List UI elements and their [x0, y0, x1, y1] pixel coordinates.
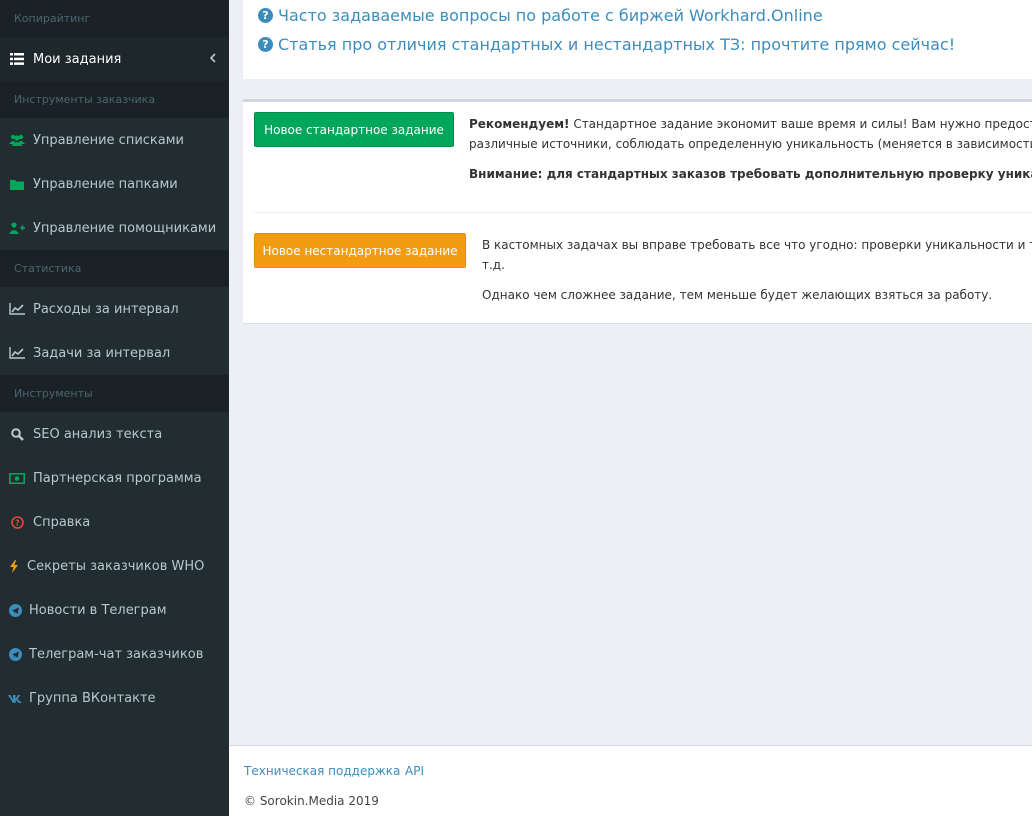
question-circle-icon: ?: [258, 8, 273, 23]
user-plus-icon: [8, 220, 26, 236]
sidebar-item-expenses[interactable]: Расходы за интервал: [0, 287, 229, 331]
sidebar-item-label: Группа ВКонтакте: [29, 690, 156, 706]
new-standard-task-button[interactable]: Новое стандартное задание: [254, 112, 454, 147]
sidebar-item-label: Расходы за интервал: [33, 301, 179, 317]
new-custom-task-button[interactable]: Новое нестандартное задание: [254, 233, 466, 268]
recommend-label: Рекомендуем!: [469, 117, 570, 131]
sidebar-item-label: Управление папками: [33, 176, 178, 192]
question-circle-icon: ?: [258, 37, 273, 52]
sidebar-item-secrets[interactable]: Секреты заказчиков WHO: [0, 544, 229, 588]
sidebar-item-lists[interactable]: Управление списками: [0, 118, 229, 162]
copyright: © Sorokin.Media 2019: [244, 794, 379, 808]
sidebar-item-folders[interactable]: Управление папками: [0, 162, 229, 206]
custom-description-line2: т.д.: [482, 258, 505, 272]
faq-link-text: Часто задаваемые вопросы по работе с бир…: [278, 6, 823, 25]
sidebar-item-vk[interactable]: Группа ВКонтакте: [0, 676, 229, 720]
telegram-icon: [8, 646, 22, 662]
users-icon: [8, 132, 26, 148]
list-icon: [8, 51, 26, 67]
vk-icon: [8, 690, 22, 706]
sidebar-item-helpers[interactable]: Управление помощниками: [0, 206, 229, 250]
standard-description-line1: Рекомендуем! Стандартное задание экономи…: [469, 117, 1032, 131]
sidebar-item-seo[interactable]: SEO анализ текста: [0, 412, 229, 456]
divider: [254, 212, 1032, 213]
chevron-left-icon: [207, 51, 219, 65]
article-link[interactable]: ? Статья про отличия стандартных и неста…: [258, 35, 955, 54]
sidebar-item-label: Справка: [33, 514, 91, 530]
sidebar-item-tg-chat[interactable]: Телеграм-чат заказчиков: [0, 632, 229, 676]
sidebar-header-copywriting: Копирайтинг: [0, 0, 229, 37]
sidebar-item-label: Управление списками: [33, 132, 185, 148]
sidebar-item-help[interactable]: ? Справка: [0, 500, 229, 544]
article-link-text: Статья про отличия стандартных и нестанд…: [278, 35, 956, 54]
sidebar-item-tg-news[interactable]: Новости в Телеграм: [0, 588, 229, 632]
line-chart-icon: [8, 345, 26, 361]
money-icon: [8, 470, 26, 486]
sidebar-item-partner[interactable]: Партнерская программа: [0, 456, 229, 500]
folder-icon: [8, 176, 26, 192]
sidebar-item-label: Партнерская программа: [33, 470, 202, 486]
bolt-icon: [8, 558, 20, 574]
sidebar-item-label: SEO анализ текста: [33, 426, 163, 442]
standard-description-line2: различные источники, соблюдать определен…: [469, 137, 1032, 151]
sidebar-item-label: Телеграм-чат заказчиков: [29, 646, 204, 662]
support-link[interactable]: Техническая поддержка: [244, 764, 400, 778]
help-links-box: ? Часто задаваемые вопросы по работе с б…: [243, 0, 1032, 79]
sidebar-header-statistics: Статистика: [0, 250, 229, 287]
sidebar-item-label: Новости в Телеграм: [29, 602, 167, 618]
life-ring-icon: ?: [8, 514, 26, 530]
svg-text:?: ?: [15, 518, 20, 527]
telegram-icon: [8, 602, 22, 618]
sidebar-item-tasks-interval[interactable]: Задачи за интервал: [0, 331, 229, 375]
sidebar-item-label: Задачи за интервал: [33, 345, 171, 361]
sidebar-header-customer-tools: Инструменты заказчика: [0, 81, 229, 118]
faq-link[interactable]: ? Часто задаваемые вопросы по работе с б…: [258, 6, 823, 25]
footer: Техническая поддержка API © Sorokin.Medi…: [229, 745, 1032, 816]
standard-warning: Внимание: для стандартных заказов требов…: [469, 167, 1032, 181]
sidebar-item-label: Управление помощниками: [33, 220, 217, 236]
line-chart-icon: [8, 301, 26, 317]
search-icon: [8, 426, 26, 442]
api-link[interactable]: API: [405, 764, 424, 778]
sidebar-item-label: Секреты заказчиков WHO: [27, 558, 205, 574]
sidebar-item-my-tasks[interactable]: Мои задания: [0, 37, 229, 81]
sidebar-item-label: Мои задания: [33, 51, 122, 67]
new-task-box: Новое стандартное задание Рекомендуем! С…: [243, 99, 1032, 324]
sidebar: Копирайтинг Мои задания Инструменты зака…: [0, 0, 229, 816]
custom-description-line3: Однако чем сложнее задание, тем меньше б…: [482, 288, 993, 302]
custom-description-line1: В кастомных задачах вы вправе требовать …: [482, 238, 1032, 252]
sidebar-header-tools: Инструменты: [0, 375, 229, 412]
